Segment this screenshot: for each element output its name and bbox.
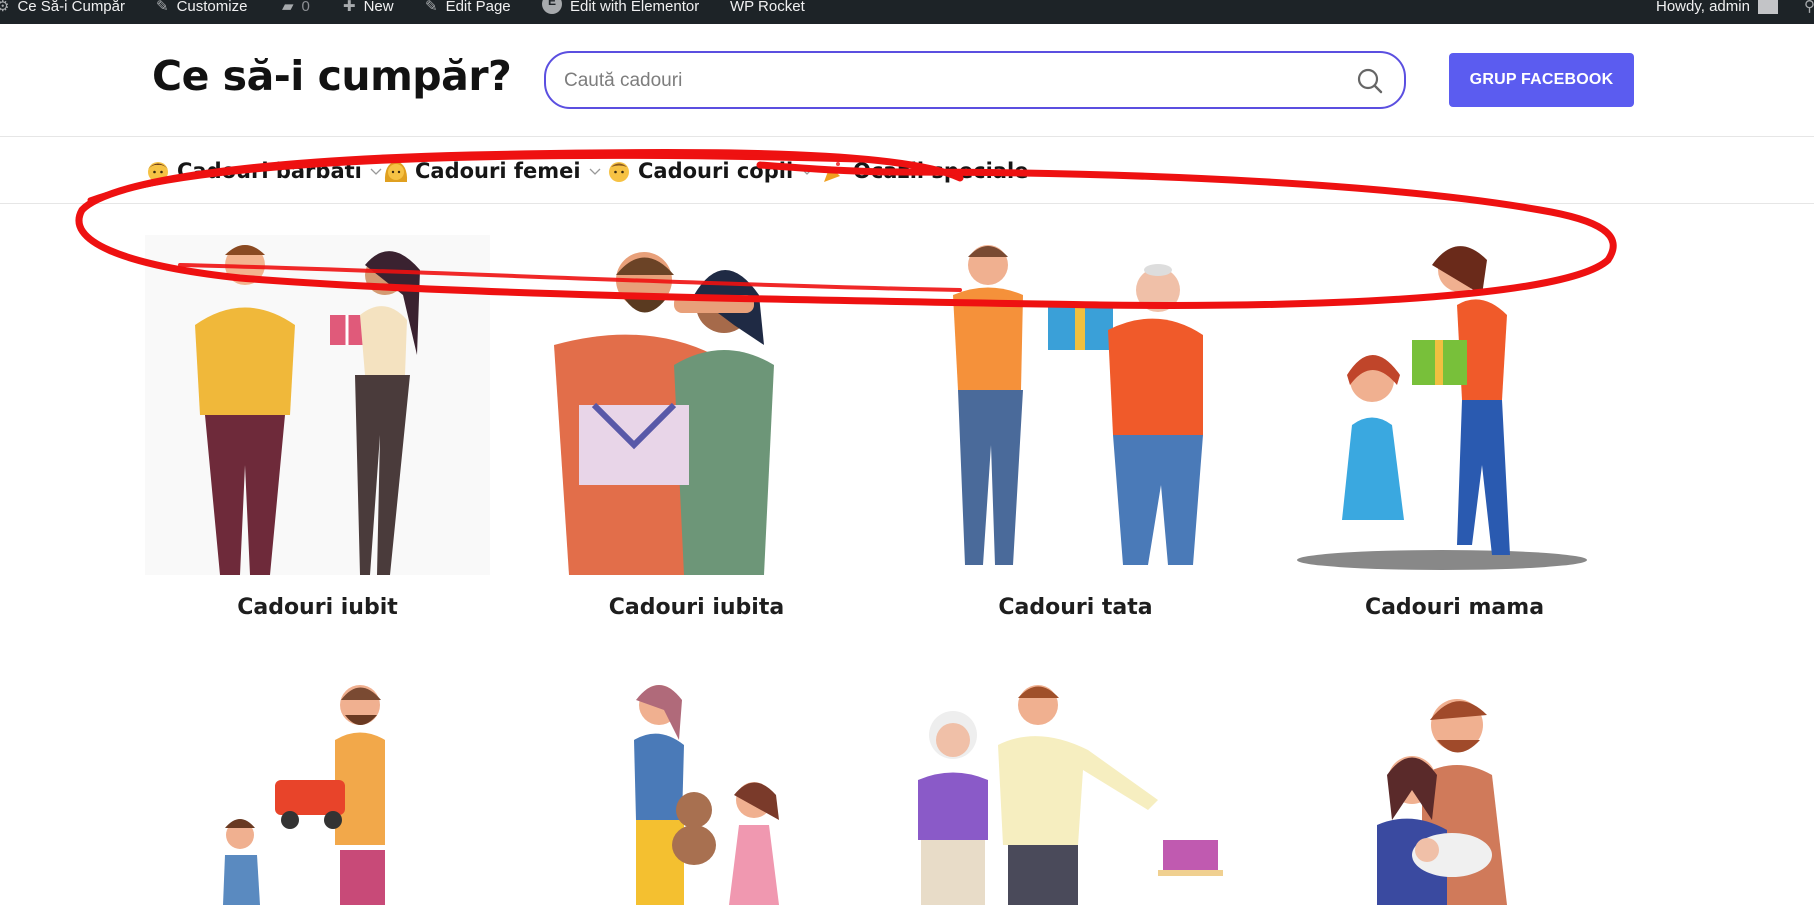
admin-bar-account[interactable]: Howdy, admin [1656,0,1778,24]
nav-item-cadouri-barbati[interactable]: Cadouri barbati [145,154,382,188]
admin-bar-wp-rocket[interactable]: WP Rocket [730,0,805,24]
admin-bar-site-name[interactable]: ⚙ Ce Să-i Cumpăr [0,0,125,24]
woman-emoji-icon [384,161,408,182]
chevron-down-icon [801,168,813,175]
child-emoji-icon [609,162,629,182]
pencil-icon: ✎ [425,0,438,15]
nav-divider [0,203,1814,204]
wp-admin-bar: ⚙ Ce Să-i Cumpăr ✎ Customize ▰ 0 ✚ New ✎… [0,0,1814,24]
admin-bar-edit-elementor[interactable]: E Edit with Elementor [542,0,699,24]
chevron-down-icon [370,168,382,175]
party-popper-icon [824,162,845,182]
admin-bar-comments[interactable]: ▰ 0 [282,0,310,24]
grandparents-gift-illustration [903,670,1248,905]
brush-icon: ✎ [156,0,169,15]
admin-bar-new[interactable]: ✚ New [343,0,394,24]
nav-item-cadouri-copii[interactable]: Cadouri copii [606,154,813,188]
card-title[interactable]: Cadouri tata [903,595,1248,620]
search-input[interactable] [564,68,1324,94]
couple-surprise-illustration [524,235,869,575]
father-gift-illustration [903,235,1248,575]
nav-label: Cadouri barbati [177,159,362,183]
nav-label: Ocazii speciale [853,159,1029,183]
card-title[interactable]: Cadouri mama [1282,595,1627,620]
elementor-icon: E [542,0,562,14]
nav-item-ocazii-speciale[interactable]: Ocazii speciale [821,154,1028,188]
facebook-group-button[interactable]: GRUP FACEBOOK [1449,53,1634,107]
mother-gift-illustration [1282,235,1627,575]
header-divider [0,136,1814,137]
man-emoji-icon [148,162,168,182]
parents-baby-illustration [1282,670,1627,905]
card-title[interactable]: Cadouri iubit [145,595,490,620]
site-title[interactable]: Ce să-i cumpăr? [152,52,512,100]
nav-label: Cadouri femei [415,159,581,183]
plus-icon: ✚ [343,0,356,15]
nav-item-cadouri-femei[interactable]: Cadouri femei [383,154,601,188]
admin-bar-customize[interactable]: ✎ Customize [156,0,247,24]
chevron-down-icon [589,168,601,175]
mother-children-illustration [524,670,869,905]
search-icon[interactable] [1356,67,1384,95]
couple-gift-illustration [145,235,490,575]
card-title[interactable]: Cadouri iubita [524,595,869,620]
avatar [1757,0,1778,14]
search-box[interactable] [544,51,1406,109]
admin-bar-search-icon[interactable]: ⚲ [1804,0,1814,24]
comment-icon: ▰ [282,0,294,15]
dashboard-icon: ⚙ [0,0,10,15]
father-son-toy-illustration [145,670,490,905]
admin-bar-edit-page[interactable]: ✎ Edit Page [425,0,511,24]
nav-label: Cadouri copii [638,159,794,183]
